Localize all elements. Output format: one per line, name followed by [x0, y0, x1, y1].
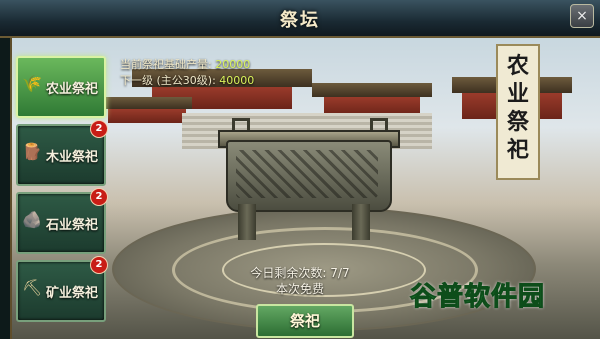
- next-yield-line: 下一级 (主公30级): 40000: [120, 72, 254, 88]
- tab-label: 石业祭祀: [45, 218, 98, 233]
- current-yield-value: 20000: [215, 58, 251, 71]
- wood-icon: 🪵: [22, 142, 42, 161]
- altar-window: 祭坛 × 🌾 农业祭祀 🪵 木业祭祀 2 🪨 石业祭祀 2 ⛏ 矿业祭祀 2 当…: [0, 0, 600, 339]
- tab-agriculture-worship[interactable]: 🌾 农业祭祀: [16, 56, 106, 118]
- next-yield-label: 下一级 (主公30级):: [120, 74, 216, 87]
- worship-type-banner: 农业祭祀: [496, 44, 540, 180]
- cauldron-leg: [352, 204, 370, 240]
- tab-ore-worship[interactable]: ⛏ 矿业祭祀 2: [16, 256, 108, 322]
- hall-roof: [312, 83, 432, 97]
- tab-label: 农业祭祀: [45, 82, 98, 97]
- next-yield-value: 40000: [219, 74, 255, 87]
- hall-roof: [102, 97, 192, 109]
- cauldron-pattern: [236, 150, 378, 198]
- cost-text: 本次免费: [275, 282, 324, 296]
- window-title: 祭坛: [280, 10, 320, 31]
- stone-icon: 🪨: [22, 210, 42, 229]
- notification-badge: 2: [90, 188, 108, 206]
- hall-wall: [108, 109, 186, 123]
- current-yield-label: 当前祭祀基础产量:: [120, 58, 212, 71]
- tab-label: 矿业祭祀: [45, 286, 98, 301]
- notification-badge: 2: [90, 256, 108, 274]
- ore-icon: ⛏: [22, 278, 43, 297]
- remaining-count: 今日剩余次数: 7/7: [250, 266, 350, 280]
- current-yield-line: 当前祭祀基础产量: 20000: [120, 56, 250, 72]
- cauldron-leg: [238, 204, 256, 240]
- tab-wood-worship[interactable]: 🪵 木业祭祀 2: [16, 120, 108, 186]
- title-bar: 祭坛 ×: [0, 0, 600, 38]
- close-button[interactable]: ×: [570, 4, 594, 28]
- worship-button[interactable]: 祭祀: [256, 304, 354, 338]
- notification-badge: 2: [90, 120, 108, 138]
- tab-label: 木业祭祀: [45, 150, 98, 165]
- tab-stone-worship[interactable]: 🪨 石业祭祀 2: [16, 188, 108, 254]
- wheat-icon: 🌾: [22, 74, 42, 93]
- watermark-logo: 谷普软件园: [410, 282, 546, 313]
- banner-text: 农业祭祀: [506, 53, 529, 163]
